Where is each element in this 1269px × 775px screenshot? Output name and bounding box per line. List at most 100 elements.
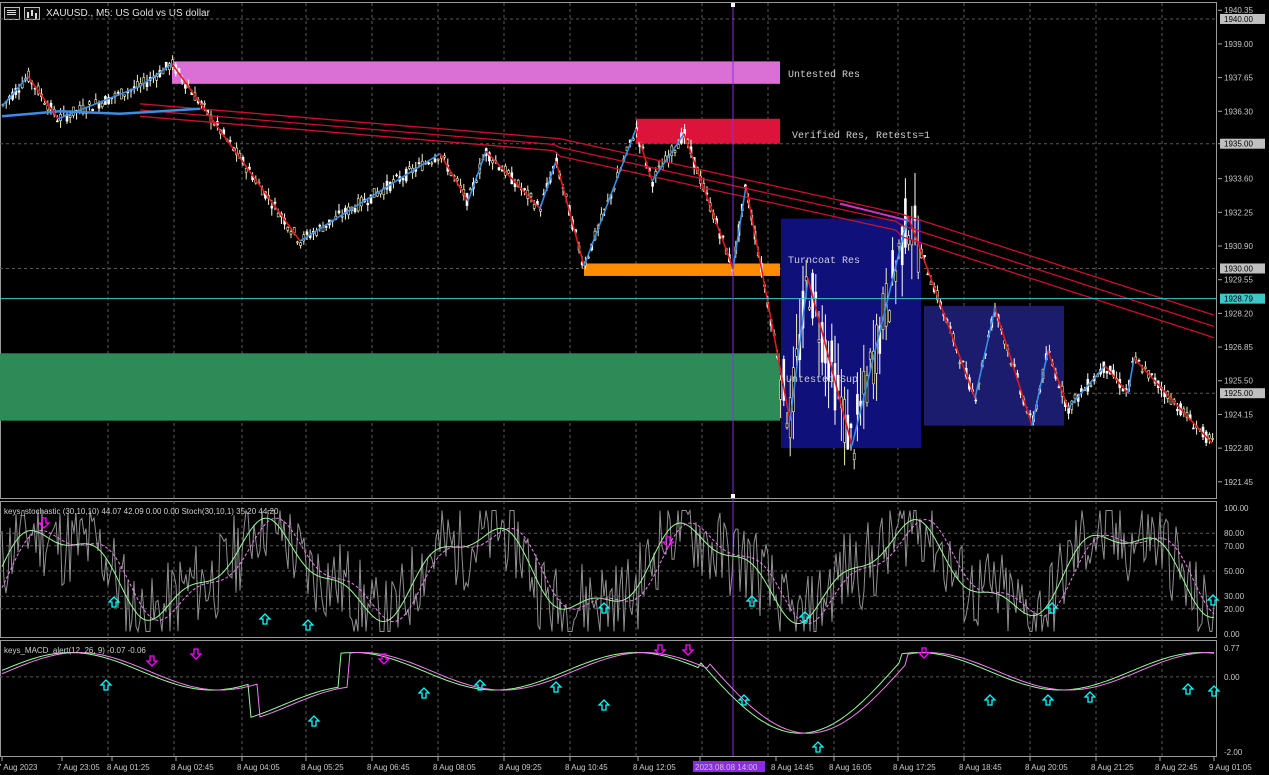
price-tick-label: 1924.15 xyxy=(1224,410,1253,419)
macd-buy-arrow-icon xyxy=(549,681,563,693)
candle-body xyxy=(184,84,187,89)
candle-body xyxy=(651,181,654,187)
macd-pane-label: keys_MACD_alert(12, 26, 9) -0.07 -0.06 xyxy=(4,646,146,655)
candle-body xyxy=(289,231,293,235)
time-tick-label: 8 Aug 16:05 xyxy=(829,763,872,772)
time-tick-label: 8 Aug 08:05 xyxy=(433,763,476,772)
candle-body xyxy=(1028,413,1032,416)
zigzag-segment xyxy=(1133,357,1213,444)
candle-body xyxy=(817,339,821,343)
candle-body xyxy=(785,422,789,428)
range-box-2 xyxy=(924,305,1064,426)
price-tick-label: 1921.45 xyxy=(1224,478,1253,487)
candle-body xyxy=(1208,434,1211,439)
candle-body xyxy=(116,91,120,94)
price-tick-label: 1940.35 xyxy=(1224,6,1253,15)
candle-body xyxy=(318,224,322,227)
candle-body xyxy=(1176,408,1179,412)
candle-body xyxy=(814,291,818,299)
stoch-tick-label: 100.00 xyxy=(1224,504,1249,513)
candle-body xyxy=(958,362,962,365)
candle-body xyxy=(923,255,926,258)
candle-body xyxy=(155,76,158,81)
candle-body xyxy=(203,103,206,105)
macd-buy-arrow-icon xyxy=(417,687,431,699)
price-tick-label: 1936.30 xyxy=(1224,107,1253,116)
macd-buy-arrow-icon xyxy=(99,679,113,691)
zone-label-turncoat-res: Turncoat Res xyxy=(788,256,861,267)
zigzag-segment xyxy=(299,153,441,242)
candle-body xyxy=(100,102,104,108)
time-tick-label: 8 Aug 20:05 xyxy=(1025,763,1068,772)
candle-body xyxy=(523,188,526,191)
time-tick-label: 8 Aug 14:45 xyxy=(771,763,814,772)
zone-turncoat-res xyxy=(584,263,780,276)
candle-body xyxy=(436,158,440,161)
macd-tick-label: 0.00 xyxy=(1224,673,1240,682)
price-tag-label: 1928.79 xyxy=(1224,295,1253,304)
macd-buy-arrow-icon xyxy=(983,694,997,706)
time-tick-label: 8 Aug 04:05 xyxy=(237,763,280,772)
time-tick-label: 2023.08.08 14:00 xyxy=(695,763,758,772)
macd-buy-arrow-icon xyxy=(811,741,825,753)
candle-body xyxy=(1137,360,1141,362)
price-tick-label: 1928.20 xyxy=(1224,309,1253,318)
candle-body xyxy=(270,205,274,209)
candle-body xyxy=(443,155,446,158)
zone-label-untested-sup: Untested Sup xyxy=(786,375,859,386)
candle-body xyxy=(276,212,280,218)
crosshair-handle-top xyxy=(731,3,735,7)
time-tick-label: 8 Aug 17:25 xyxy=(893,763,936,772)
candle-body xyxy=(286,227,290,231)
macd-buy-arrow-icon xyxy=(1207,685,1221,697)
candle-body xyxy=(91,108,94,112)
macd-buy-arrow-icon xyxy=(1083,691,1097,703)
candle-body xyxy=(427,162,430,165)
candle-body xyxy=(830,340,834,363)
time-tick-label: 8 Aug 02:45 xyxy=(171,763,214,772)
candle-body xyxy=(897,243,901,247)
candle-body xyxy=(539,209,542,212)
candle-body xyxy=(491,160,494,164)
candle-body xyxy=(795,348,798,357)
candle-body xyxy=(43,102,46,105)
candle-body xyxy=(1089,385,1093,387)
price-tick-label: 1937.65 xyxy=(1224,74,1253,83)
stoch-tick-label: 0.00 xyxy=(1224,630,1240,639)
zone-verified-res xyxy=(636,118,780,144)
price-tick-label: 1925.50 xyxy=(1224,377,1253,386)
candle-body xyxy=(88,101,91,105)
macd-sell-arrow-icon xyxy=(145,655,159,667)
time-tick-label: 8 Aug 01:25 xyxy=(107,763,150,772)
price-tick-label: 1930.90 xyxy=(1224,242,1253,251)
candle-body xyxy=(779,379,782,400)
moving-average-line xyxy=(139,115,1215,339)
time-tick-label: 8 Aug 05:25 xyxy=(301,763,344,772)
price-tag-label: 1930.00 xyxy=(1224,264,1253,273)
time-tick-label: 8 Aug 21:25 xyxy=(1091,763,1134,772)
time-tick-label: 8 Aug 10:45 xyxy=(565,763,608,772)
candle-body xyxy=(852,453,856,460)
zigzag-segment xyxy=(1104,365,1129,394)
candle-body xyxy=(1211,438,1214,440)
candle-body xyxy=(532,204,536,209)
candle-body xyxy=(507,170,510,174)
candle-body xyxy=(676,144,680,149)
candle-body xyxy=(1192,427,1195,430)
candle-body xyxy=(808,306,811,310)
zigzag-segment xyxy=(439,153,469,202)
chart-canvas[interactable]: 1940.35 1939.00 1937.65 1936.30 1935.00 1933.… xyxy=(0,0,1269,775)
price-tick-label: 1922.80 xyxy=(1224,444,1253,453)
candle-body xyxy=(340,215,344,218)
candle-body xyxy=(456,178,459,181)
macd-buy-arrow-icon xyxy=(1041,694,1055,706)
candle-body xyxy=(244,168,248,173)
candle-body xyxy=(856,394,859,415)
time-tick-label: 7 Aug 2023 xyxy=(0,763,38,772)
candle-body xyxy=(68,114,72,118)
candle-body xyxy=(228,140,232,142)
candle-body xyxy=(468,188,472,191)
candle-body xyxy=(862,370,866,395)
candle-body xyxy=(974,399,978,402)
price-tick-label: 1926.85 xyxy=(1224,343,1253,352)
